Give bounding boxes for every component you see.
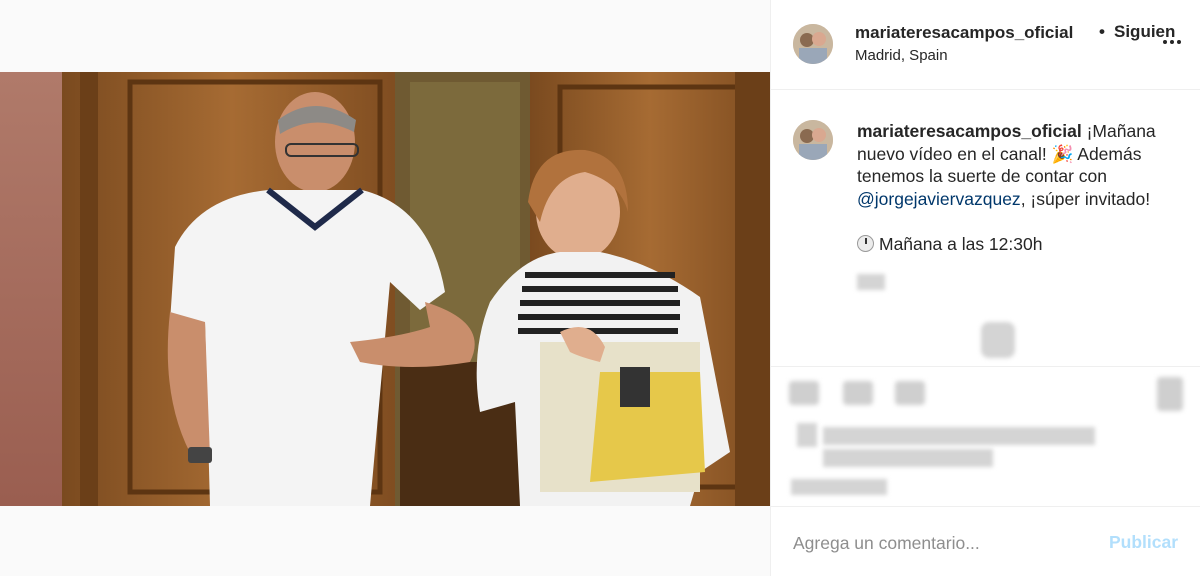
comment-input[interactable] [793, 531, 1103, 555]
media-column [0, 0, 770, 576]
caption-username[interactable]: mariateresacampos_oficial [857, 121, 1082, 141]
header-separator: • [1099, 22, 1105, 41]
location-link[interactable]: Madrid, Spain [855, 47, 948, 64]
caption-body-end: , ¡súper invitado! [1020, 188, 1151, 209]
blurred-likes-avatar [797, 423, 817, 447]
mention-link[interactable]: @jorgejaviervazquez [857, 189, 1021, 209]
caption-time-text: Mañana a las 12:30h [879, 234, 1043, 254]
caption-time-line: Mañana a las 12:30h [857, 234, 1042, 255]
clock-icon [857, 235, 874, 252]
post-photo[interactable] [0, 72, 770, 506]
post-header: mariateresacampos_oficial • Siguien Madr… [771, 0, 1200, 90]
blurred-post-date [791, 479, 887, 495]
caption-section: mariateresacampos_oficial ¡Mañana nuevo … [771, 90, 1200, 366]
more-options-icon[interactable] [1161, 38, 1183, 46]
caption-text: mariateresacampos_oficial ¡Mañana nuevo … [857, 120, 1187, 210]
blurred-likes-text-2 [823, 449, 993, 467]
like-icon[interactable] [789, 381, 819, 405]
post-actions [771, 366, 1200, 506]
publish-button[interactable]: Publicar [1109, 532, 1178, 553]
blurred-likes-text [823, 427, 1095, 445]
blurred-spinner [981, 322, 1015, 358]
blurred-timestamp [857, 274, 885, 290]
save-icon[interactable] [1157, 377, 1183, 411]
author-avatar[interactable] [793, 24, 833, 64]
author-username[interactable]: mariateresacampos_oficial [855, 23, 1073, 43]
share-icon[interactable] [895, 381, 925, 405]
post-side-panel: mariateresacampos_oficial • Siguien Madr… [770, 0, 1200, 576]
comment-bar: Publicar [771, 506, 1200, 576]
post-photo-illustration [0, 72, 770, 506]
caption-author-avatar[interactable] [793, 120, 833, 160]
comment-icon[interactable] [843, 381, 873, 405]
